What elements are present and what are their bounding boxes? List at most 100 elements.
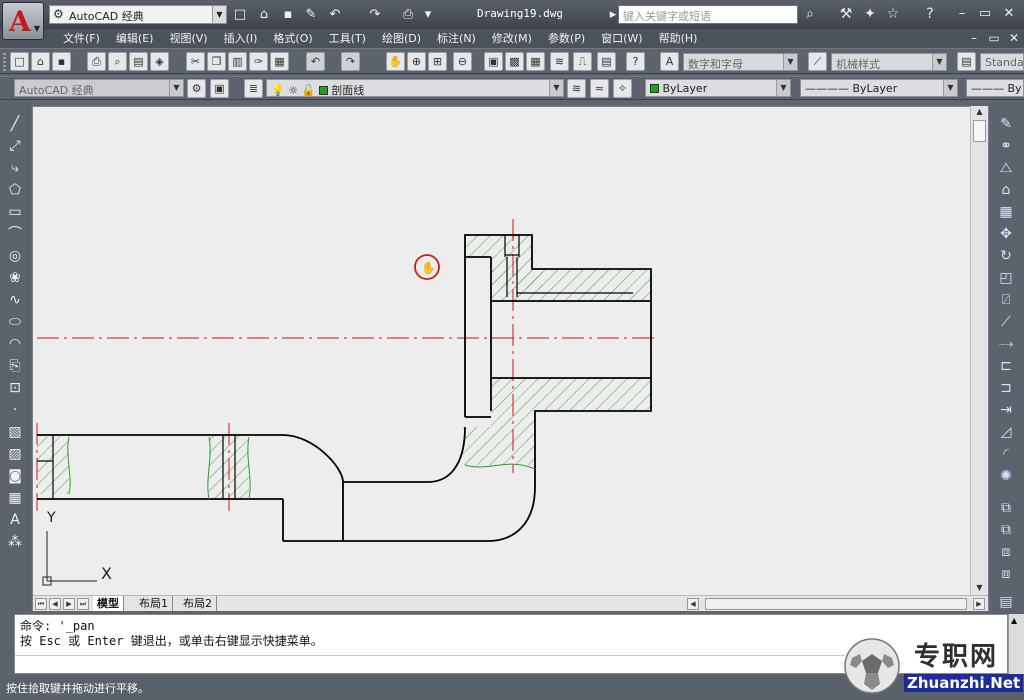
table-style-icon[interactable]: ▤ <box>957 52 976 71</box>
horizontal-scrollbar[interactable]: ◀ ▶ <box>687 598 987 611</box>
toolbar-grip[interactable] <box>3 53 6 71</box>
stretch-icon[interactable]: ⍁ <box>995 290 1017 311</box>
properties-icon[interactable]: ▣ <box>484 52 503 71</box>
text-style-select[interactable]: 数字和字母 ▼ <box>683 53 798 71</box>
vertical-scrollbar[interactable]: ▲ ▼ <box>970 106 988 596</box>
plot-preview-icon[interactable]: ⌕ <box>108 52 127 71</box>
menu-dimension[interactable]: 标注(N) <box>429 29 484 48</box>
text-front-icon[interactable]: ▤ <box>995 592 1017 613</box>
point-icon[interactable]: · <box>4 400 26 421</box>
match-properties-icon[interactable]: ✑ <box>249 52 268 71</box>
make-layer-current-icon[interactable]: ≋ <box>567 79 586 98</box>
region-icon[interactable]: ◙ <box>4 466 26 487</box>
multiline-text-icon[interactable]: A <box>4 510 26 531</box>
tool-palettes-icon[interactable]: ▦ <box>526 52 545 71</box>
zoom-previous-icon[interactable]: ⊖ <box>453 52 472 71</box>
array-icon[interactable]: ▦ <box>995 202 1017 223</box>
tab-layout2[interactable]: 布局2 <box>179 596 217 611</box>
layer-previous-icon[interactable]: ≈ <box>590 79 609 98</box>
construction-line-icon[interactable]: ⤢ <box>4 136 26 157</box>
publish-icon[interactable]: ▤ <box>129 52 148 71</box>
workspace-lock-icon[interactable]: ▣ <box>210 79 229 98</box>
design-center-icon[interactable]: ▩ <box>505 52 524 71</box>
linetype-select[interactable]: ———— ByLayer ▼ <box>800 79 958 97</box>
save-icon[interactable]: ▪ <box>52 52 71 71</box>
menu-view[interactable]: 视图(V) <box>161 29 215 48</box>
doc-minimize-button[interactable]: – <box>966 31 982 46</box>
open-icon[interactable]: ⌂ <box>31 52 50 71</box>
menu-help[interactable]: 帮助(H) <box>651 29 706 48</box>
save-button[interactable]: ▪ <box>278 5 298 24</box>
explode-icon[interactable]: ✺ <box>995 466 1017 487</box>
tab-model[interactable]: 模型 <box>93 596 124 611</box>
plot-button[interactable]: ⎙ <box>398 5 418 24</box>
add-selected-icon[interactable]: ⁂ <box>4 532 26 553</box>
copy-icon[interactable]: ❐ <box>207 52 226 71</box>
text-style-icon[interactable]: A <box>660 52 679 71</box>
draw-order-back-icon[interactable]: ⧉ <box>995 520 1017 541</box>
layer-select[interactable]: 💡 ☼ 🔓 剖面线 ▼ <box>266 79 564 97</box>
redo-icon[interactable]: ↷ <box>341 52 360 71</box>
tab-layout1[interactable]: 布局1 <box>135 596 173 611</box>
horizontal-scroll-thumb[interactable] <box>705 598 967 610</box>
scroll-up-icon[interactable]: ▲ <box>973 107 986 119</box>
help-button-icon[interactable]: ? <box>626 52 645 71</box>
hatch-icon[interactable]: ▧ <box>4 422 26 443</box>
3d-dwf-icon[interactable]: ◈ <box>150 52 169 71</box>
menu-window[interactable]: 窗口(W) <box>593 29 650 48</box>
mirror-icon[interactable]: ⧍ <box>995 158 1017 179</box>
extend-icon[interactable]: ⤍ <box>995 334 1017 355</box>
menu-draw[interactable]: 绘图(D) <box>374 29 429 48</box>
workspace-settings-icon[interactable]: ⚙ <box>187 79 206 98</box>
layer-manager-icon[interactable]: ≣ <box>244 79 263 98</box>
scroll-left-icon[interactable]: ◀ <box>687 598 699 610</box>
close-button[interactable]: ✕ <box>998 5 1020 23</box>
menu-file[interactable]: 文件(F) <box>55 29 108 48</box>
menu-parameter[interactable]: 参数(P) <box>540 29 593 48</box>
calculator-icon[interactable]: ▤ <box>597 52 616 71</box>
join-icon[interactable]: ⇥ <box>995 400 1017 421</box>
scale-icon[interactable]: ◰ <box>995 268 1017 289</box>
polygon-icon[interactable]: ⬠ <box>4 180 26 201</box>
help-icon[interactable]: ? <box>920 5 940 24</box>
menu-edit[interactable]: 编辑(E) <box>108 29 162 48</box>
plot-icon[interactable]: ⎙ <box>87 52 106 71</box>
move-icon[interactable]: ✥ <box>995 224 1017 245</box>
minimize-button[interactable]: – <box>951 5 973 23</box>
draw-order-front-icon[interactable]: ⧉ <box>995 498 1017 519</box>
scroll-up-icon[interactable]: ▲ <box>1011 616 1017 625</box>
sheet-set-icon[interactable]: ≋ <box>550 52 569 71</box>
communication-center-icon[interactable]: ✦ <box>860 5 880 24</box>
chamfer-icon[interactable]: ◿ <box>995 422 1017 443</box>
restore-button[interactable]: ▭ <box>974 5 996 23</box>
save-as-button[interactable]: ✎ <box>301 5 321 24</box>
model-space-drawing[interactable]: ✋ <box>33 107 970 596</box>
workspace-select[interactable]: AutoCAD 经典 ▼ <box>14 79 184 97</box>
dim-style-select[interactable]: 机械样式 ▼ <box>831 53 947 71</box>
new-file-button[interactable]: □ <box>230 5 250 24</box>
circle-icon[interactable]: ◎ <box>4 246 26 267</box>
menu-format[interactable]: 格式(O) <box>265 29 320 48</box>
undo-button[interactable]: ↶ <box>325 5 345 24</box>
doc-close-button[interactable]: ✕ <box>1006 31 1022 46</box>
search-input[interactable]: 键入关键字或短语 <box>618 5 798 24</box>
vertical-scroll-thumb[interactable] <box>973 120 986 142</box>
lineweight-select[interactable]: ——— By <box>966 79 1024 97</box>
markup-icon[interactable]: ⎍ <box>573 52 592 71</box>
zoom-realtime-icon[interactable]: ⊕ <box>407 52 426 71</box>
subscription-center-icon[interactable]: ⚒ <box>836 5 856 24</box>
scroll-right-icon[interactable]: ▶ <box>973 598 985 610</box>
erase-icon[interactable]: ✎ <box>995 114 1017 135</box>
prev-tab-icon[interactable]: ◀ <box>49 598 61 610</box>
arc-icon[interactable]: ⌒ <box>4 224 26 245</box>
send-under-icon[interactable]: ⧈ <box>995 564 1017 585</box>
cut-icon[interactable]: ✂ <box>186 52 205 71</box>
pan-icon[interactable]: ✋ <box>386 52 405 71</box>
next-tab-icon[interactable]: ▶ <box>63 598 75 610</box>
revision-cloud-icon[interactable]: ❀ <box>4 268 26 289</box>
redo-button[interactable]: ↷ <box>365 5 385 24</box>
open-file-button[interactable]: ⌂ <box>254 5 274 24</box>
favorites-star-icon[interactable]: ☆ <box>883 5 903 24</box>
gradient-icon[interactable]: ▨ <box>4 444 26 465</box>
bring-above-icon[interactable]: ⧈ <box>995 542 1017 563</box>
